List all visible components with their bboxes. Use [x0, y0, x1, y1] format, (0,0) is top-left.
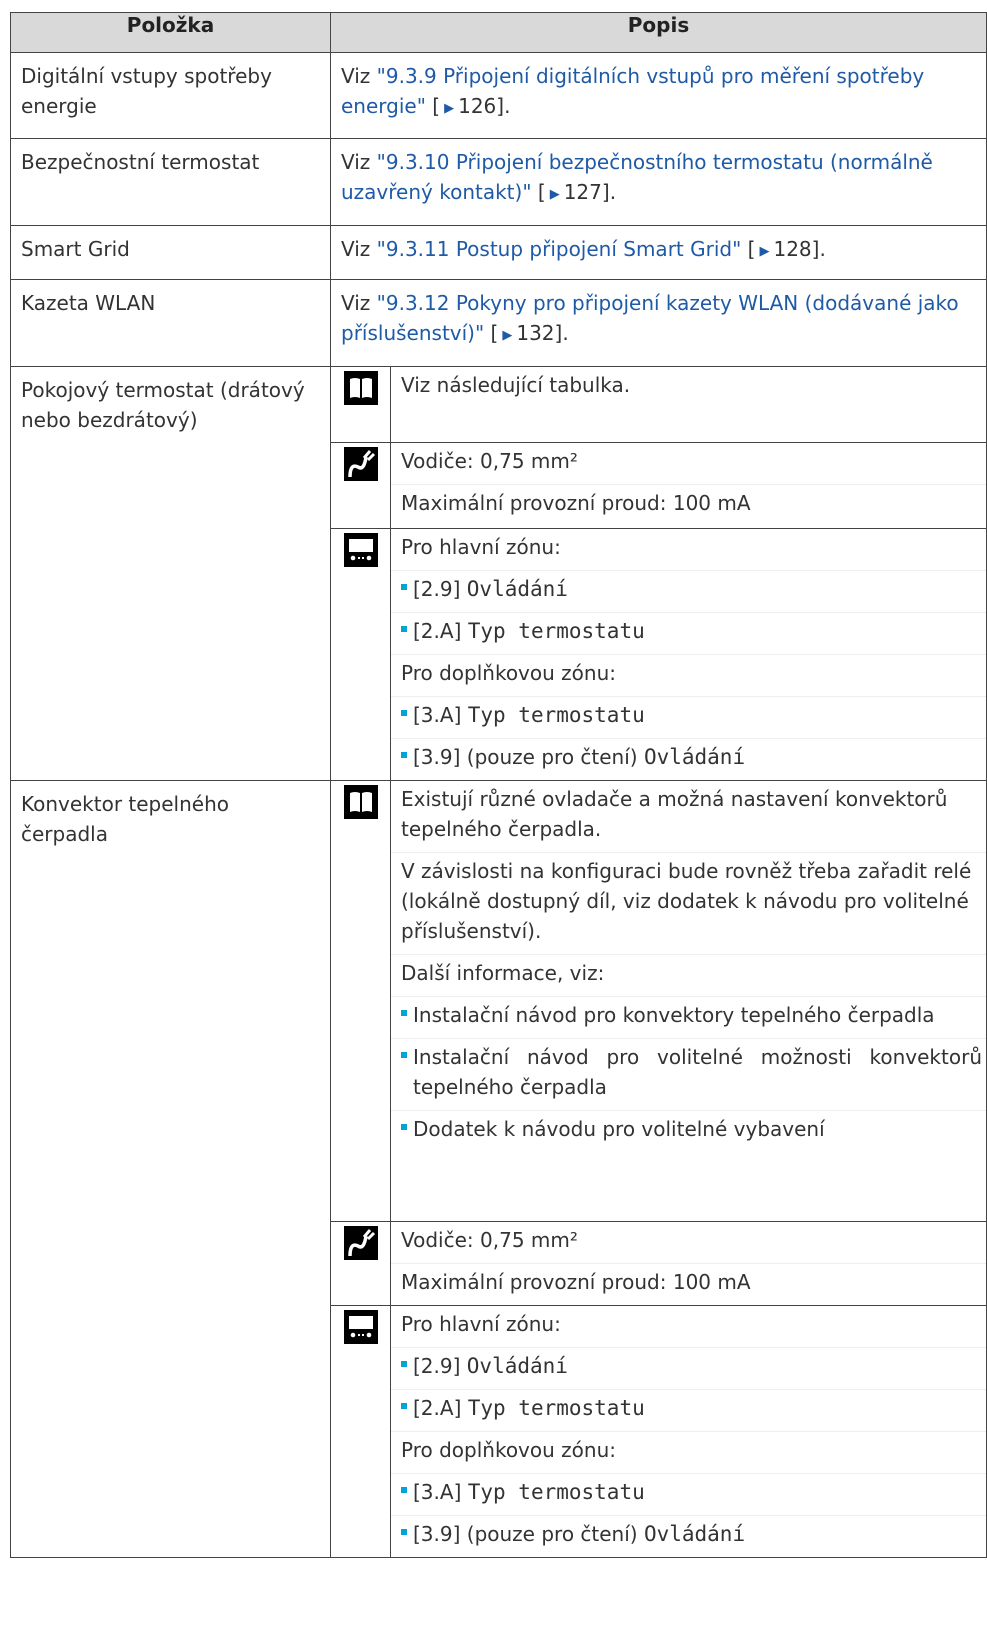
item-cell: Pokojový termostat (drátový nebo bezdrát…: [10, 366, 331, 781]
desc-cell: Vodiče: 0,75 mm² Maximální provozní prou…: [390, 442, 987, 529]
desc-cell: Pro hlavní zónu: [2.9] Ovládání [2.A] Ty…: [390, 1305, 987, 1558]
icon-cell: [330, 780, 391, 1222]
table-row: Kazeta WLAN Viz "9.3.12 Pokyny pro připo…: [10, 279, 987, 367]
viz-label: Viz: [341, 291, 371, 315]
list-item: [3.9] (pouze pro čtení) Ovládání: [391, 1515, 986, 1557]
list-item: [2.9] Ovládání: [391, 570, 986, 612]
list-item: Instalační návod pro konvektory tepelnéh…: [391, 996, 986, 1038]
icon-cell: [330, 366, 391, 443]
table-row: Bezpečnostní termostat Viz "9.3.10 Připo…: [10, 138, 987, 226]
section-link[interactable]: "9.3.12 Pokyny pro připojení kazety WLAN…: [341, 291, 959, 345]
main-zone-label: Pro hlavní zónu:: [401, 1312, 561, 1336]
page-ref[interactable]: 126: [458, 94, 496, 118]
item-cell: Bezpečnostní termostat: [10, 138, 331, 226]
header-desc: Popis: [330, 12, 987, 53]
page-arrow-icon: ▶: [759, 244, 770, 259]
page-ref[interactable]: 132: [516, 321, 554, 345]
icon-cell: [330, 528, 391, 781]
section-link[interactable]: "9.3.9 Připojení digitálních vstupů pro …: [341, 64, 924, 118]
desc-cell: Pro hlavní zónu: [2.9] Ovládání [2.A] Ty…: [390, 528, 987, 781]
book-icon: [343, 785, 378, 819]
viz-label: Viz: [341, 150, 371, 174]
table-header-row: Položka Popis: [10, 12, 987, 53]
wiring-table: Položka Popis Digitální vstupy spotřeby …: [10, 12, 987, 1558]
main-zone-label: Pro hlavní zónu:: [401, 535, 561, 559]
paragraph: Existují různé ovladače a možná nastaven…: [401, 787, 948, 841]
list-item: [3.9] (pouze pro čtení) Ovládání: [391, 738, 986, 780]
list-item: [2.A] Typ termostatu: [391, 612, 986, 654]
viz-label: Viz: [341, 64, 371, 88]
page-arrow-icon: ▶: [444, 101, 455, 116]
wire-icon: [343, 447, 378, 481]
item-cell: Smart Grid: [10, 225, 331, 280]
icon-cell: [330, 1221, 391, 1306]
list-item: Dodatek k návodu pro volitelné vybavení: [391, 1110, 986, 1152]
item-cell: Kazeta WLAN: [10, 279, 331, 367]
page-arrow-icon: ▶: [549, 187, 560, 202]
page-ref[interactable]: 127: [564, 180, 602, 204]
table-row: Digitální vstupy spotřeby energie Viz "9…: [10, 52, 987, 139]
list-item: [2.9] Ovládání: [391, 1347, 986, 1389]
item-cell: Konvektor tepelného čerpadla: [10, 780, 331, 1558]
desc-cell: Viz následující tabulka.: [390, 366, 987, 443]
header-item: Položka: [10, 12, 331, 53]
wire-text: Vodiče: 0,75 mm²: [401, 449, 578, 473]
list-item: Instalační návod pro volitelné možnosti …: [391, 1038, 986, 1110]
desc-cell: Viz "9.3.11 Postup připojení Smart Grid"…: [330, 225, 987, 280]
section-link[interactable]: "9.3.10 Připojení bezpečnostního termost…: [341, 150, 933, 204]
viz-label: Viz: [341, 237, 371, 261]
desc-cell: Vodiče: 0,75 mm² Maximální provozní prou…: [390, 1221, 987, 1306]
page-ref[interactable]: 128: [773, 237, 811, 261]
list-item: [2.A] Typ termostatu: [391, 1389, 986, 1431]
table-row: Smart Grid Viz "9.3.11 Postup připojení …: [10, 225, 987, 280]
desc-cell: Viz "9.3.12 Pokyny pro připojení kazety …: [330, 279, 987, 367]
section-link[interactable]: "9.3.11 Postup připojení Smart Grid": [377, 237, 742, 261]
book-icon: [343, 371, 378, 405]
table-row: Konvektor tepelného čerpadla Existují rů…: [10, 780, 987, 1558]
wire-text: Vodiče: 0,75 mm²: [401, 1228, 578, 1252]
item-cell: Digitální vstupy spotřeby energie: [10, 52, 331, 139]
icon-cell: [330, 1305, 391, 1558]
icon-cell: [330, 442, 391, 529]
desc-cell: Existují různé ovladače a možná nastaven…: [390, 780, 987, 1222]
paragraph: Další informace, viz:: [391, 954, 986, 996]
table-row: Pokojový termostat (drátový nebo bezdrát…: [10, 366, 987, 781]
extra-zone-label: Pro doplňkovou zónu:: [391, 654, 986, 696]
list-item: [3.A] Typ termostatu: [391, 1473, 986, 1515]
desc-cell: Viz "9.3.10 Připojení bezpečnostního ter…: [330, 138, 987, 226]
paragraph: V závislosti na konfiguraci bude rovněž …: [391, 852, 986, 954]
current-text: Maximální provozní proud: 100 mA: [391, 484, 986, 526]
list-item: [3.A] Typ termostatu: [391, 696, 986, 738]
controller-icon: [343, 533, 378, 567]
wire-icon: [343, 1226, 378, 1260]
controller-icon: [343, 1310, 378, 1344]
current-text: Maximální provozní proud: 100 mA: [391, 1263, 986, 1305]
page-arrow-icon: ▶: [502, 328, 513, 343]
extra-zone-label: Pro doplňkovou zónu:: [391, 1431, 986, 1473]
desc-cell: Viz "9.3.9 Připojení digitálních vstupů …: [330, 52, 987, 139]
